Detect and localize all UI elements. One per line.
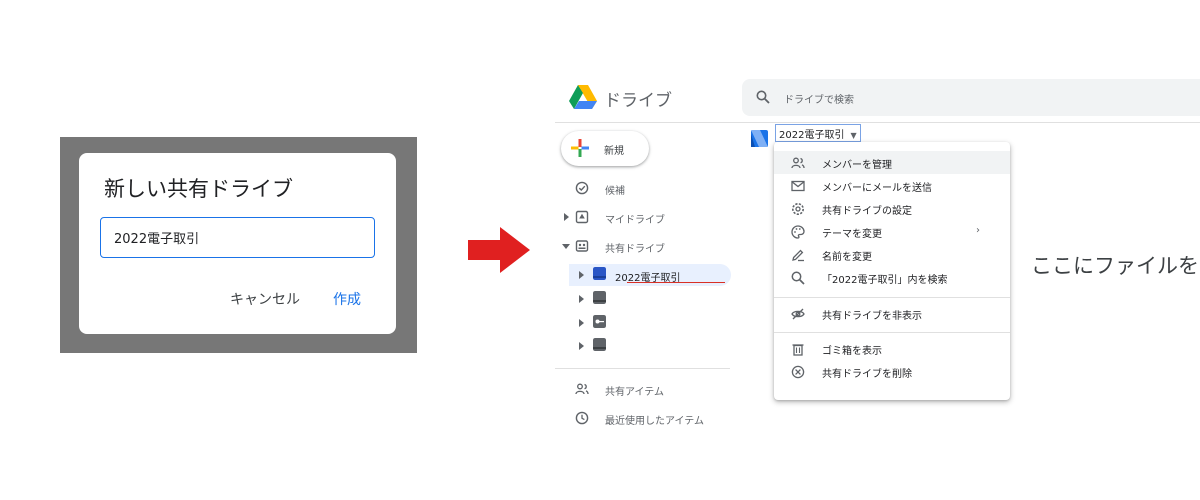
drive-logo-icon bbox=[569, 85, 597, 109]
menu-label: 共有ドライブを削除 bbox=[822, 369, 912, 380]
cancel-button[interactable]: キャンセル bbox=[230, 289, 300, 309]
menu-label: テーマを変更 bbox=[822, 229, 882, 240]
nav-item-my-drive[interactable]: マイドライブ bbox=[555, 207, 730, 229]
new-button[interactable]: 新規 bbox=[561, 131, 649, 166]
nav-item-shared-drives[interactable]: 共有ドライブ bbox=[555, 236, 730, 258]
search-icon bbox=[756, 90, 770, 104]
settings-icon bbox=[792, 203, 804, 215]
delete-icon bbox=[791, 365, 805, 379]
menu-item-delete-drive[interactable]: 共有ドライブを削除 bbox=[774, 360, 1010, 383]
plus-icon bbox=[571, 139, 589, 157]
menu-label: 共有ドライブの設定 bbox=[822, 206, 912, 217]
menu-label: メンバーを管理 bbox=[822, 160, 892, 171]
menu-label: メンバーにメールを送信 bbox=[822, 183, 932, 194]
key-folder-icon bbox=[593, 315, 606, 328]
nav-label: 共有アイテム bbox=[605, 387, 664, 398]
check-circle-icon bbox=[575, 181, 589, 195]
drive-window: ドライブ ドライブで検索 新規 候補 マイドライブ 共有ドライブ 2022電子取… bbox=[555, 70, 1200, 435]
clock-icon bbox=[575, 411, 589, 425]
nav-item-suggested[interactable]: 候補 bbox=[555, 178, 730, 200]
hide-icon bbox=[791, 308, 805, 320]
create-button[interactable]: 作成 bbox=[333, 289, 361, 309]
new-shared-drive-dialog: 新しい共有ドライブ キャンセル 作成 bbox=[79, 153, 396, 334]
drive-context-menu: メンバーを管理 メンバーにメールを送信 共有ドライブの設定 テーマを変更 › 名… bbox=[774, 142, 1010, 400]
menu-item-change-theme[interactable]: テーマを変更 › bbox=[774, 220, 1010, 243]
chevron-down-icon: ▼ bbox=[850, 131, 857, 140]
dialog-title: 新しい共有ドライブ bbox=[104, 177, 293, 201]
highlight-underline bbox=[627, 282, 725, 283]
menu-item-search-within[interactable]: 「2022電子取引」内を検索 bbox=[774, 266, 1010, 289]
sidebar-divider bbox=[555, 368, 730, 369]
shared-drive-item[interactable] bbox=[569, 288, 731, 310]
nav-label: 共有ドライブ bbox=[605, 244, 665, 255]
menu-label: ゴミ箱を表示 bbox=[822, 346, 882, 357]
menu-label: 「2022電子取引」内を検索 bbox=[822, 275, 948, 286]
menu-divider bbox=[774, 297, 1010, 298]
folder-icon bbox=[593, 338, 606, 351]
shared-drive-theme-icon bbox=[751, 130, 768, 147]
breadcrumb-drive-button[interactable]: 2022電子取引 ▼ bbox=[775, 124, 861, 142]
shared-drive-item-2022[interactable]: 2022電子取引 bbox=[569, 264, 731, 286]
search-bar[interactable]: ドライブで検索 bbox=[742, 79, 1200, 116]
nav-label: 候補 bbox=[605, 186, 625, 197]
search-icon bbox=[791, 271, 805, 285]
menu-label: 共有ドライブを非表示 bbox=[822, 311, 922, 322]
breadcrumb-label: 2022電子取引 bbox=[779, 130, 845, 141]
nav-item-recent[interactable]: 最近使用したアイテム bbox=[555, 408, 730, 430]
menu-item-manage-members[interactable]: メンバーを管理 bbox=[774, 151, 1010, 174]
people-icon bbox=[575, 383, 589, 395]
shared-drive-item[interactable] bbox=[569, 312, 731, 334]
expand-caret-icon[interactable] bbox=[578, 271, 585, 279]
nav-label: 最近使用したアイテム bbox=[605, 416, 704, 427]
expand-caret-icon[interactable] bbox=[578, 295, 585, 303]
chevron-right-icon: › bbox=[976, 225, 980, 236]
right-arrow-icon bbox=[468, 227, 530, 273]
drive-name-input[interactable] bbox=[100, 217, 375, 258]
collapse-caret-icon[interactable] bbox=[562, 242, 570, 250]
menu-item-drive-settings[interactable]: 共有ドライブの設定 bbox=[774, 197, 1010, 220]
header-divider bbox=[555, 122, 1200, 123]
menu-item-hide-drive[interactable]: 共有ドライブを非表示 bbox=[774, 302, 1010, 325]
expand-caret-icon[interactable] bbox=[578, 342, 585, 350]
mail-icon bbox=[791, 180, 805, 192]
shared-drive-item[interactable] bbox=[569, 335, 731, 357]
menu-label: 名前を変更 bbox=[822, 252, 872, 263]
folder-icon bbox=[593, 291, 606, 304]
menu-item-email-members[interactable]: メンバーにメールを送信 bbox=[774, 174, 1010, 197]
menu-divider bbox=[774, 332, 1010, 333]
empty-drop-message: ここにファイルを bbox=[1031, 254, 1199, 278]
app-title: ドライブ bbox=[604, 91, 672, 111]
expand-caret-icon[interactable] bbox=[562, 213, 570, 221]
my-drive-icon bbox=[575, 210, 589, 224]
trash-icon bbox=[792, 344, 804, 356]
nav-label: マイドライブ bbox=[605, 215, 665, 226]
menu-item-rename[interactable]: 名前を変更 bbox=[774, 243, 1010, 266]
palette-icon bbox=[791, 225, 805, 239]
folder-icon bbox=[593, 267, 606, 280]
menu-item-show-trash[interactable]: ゴミ箱を表示 bbox=[774, 337, 1010, 360]
manage-members-icon bbox=[791, 157, 805, 169]
rename-icon bbox=[792, 249, 804, 262]
shared-drives-icon bbox=[575, 240, 589, 252]
nav-item-shared-with-me[interactable]: 共有アイテム bbox=[555, 379, 730, 401]
expand-caret-icon[interactable] bbox=[578, 319, 585, 327]
new-button-label: 新規 bbox=[604, 146, 624, 157]
search-placeholder: ドライブで検索 bbox=[784, 95, 854, 106]
